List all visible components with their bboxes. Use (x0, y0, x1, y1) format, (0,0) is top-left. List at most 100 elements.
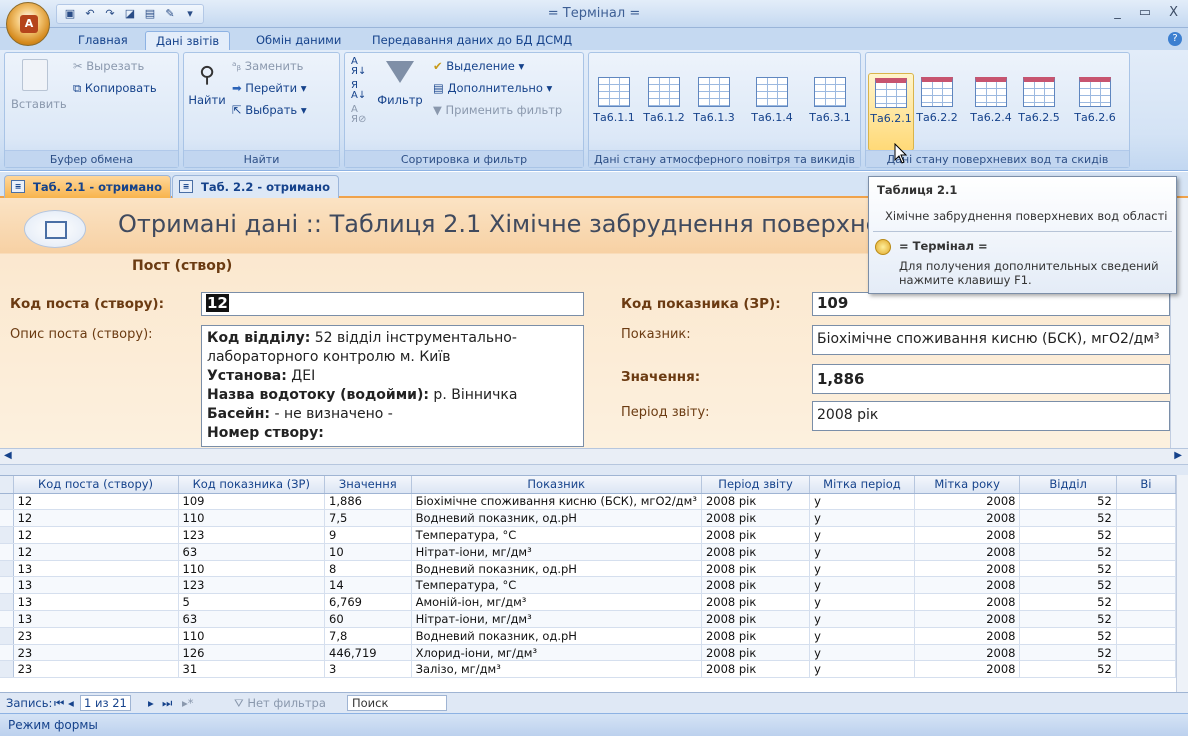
table-cell[interactable]: Температура, °С (411, 526, 702, 544)
table-cell[interactable]: 2008 (914, 543, 1021, 561)
row-selector[interactable] (0, 509, 14, 528)
last-record-button[interactable]: ⏭ (162, 696, 172, 711)
table-cell[interactable]: Біохімічне споживання кисню (БСК), мгО2/… (411, 493, 702, 511)
paste-button[interactable]: Вставить (11, 59, 67, 111)
table-cell[interactable]: Температура, °С (411, 576, 702, 595)
tab-transfer[interactable]: Передавання даних до БД ДСМД (362, 31, 582, 50)
table-cell[interactable]: 2008 (914, 660, 1021, 679)
table-cell[interactable]: 52 (1019, 560, 1117, 578)
row-selector[interactable] (0, 644, 14, 662)
btn-ta6-1-2[interactable]: Та6.1.2 (641, 73, 687, 151)
table-cell[interactable]: у (809, 509, 915, 528)
column-header[interactable]: Мітка року (914, 476, 1021, 494)
row-selector[interactable] (0, 493, 14, 511)
table-cell[interactable]: 9 (324, 526, 412, 544)
form-horizontal-scrollbar[interactable]: ◀ ▶ (0, 448, 1188, 465)
table-cell[interactable]: 110 (178, 509, 326, 528)
table-cell[interactable]: 52 (1019, 627, 1117, 645)
table-cell[interactable]: 13 (13, 576, 179, 595)
ind-field[interactable]: Біохімічне споживання кисню (БСК), мгО2/… (812, 325, 1170, 355)
table-cell[interactable]: 2008 (914, 627, 1021, 645)
column-header[interactable]: Ві (1116, 476, 1176, 494)
btn-ta6-2-4[interactable]: Та6.2.4 (968, 73, 1014, 151)
sort-desc-icon[interactable]: Я А↓ (351, 81, 366, 101)
tab-data-exchange[interactable]: Обмін даними (246, 31, 351, 50)
table-cell[interactable]: 123 (178, 576, 326, 595)
table-cell[interactable]: 2008 (914, 576, 1021, 595)
table-cell[interactable] (1116, 560, 1176, 578)
table-cell[interactable]: 23 (13, 644, 179, 662)
select-button[interactable]: ⇱ Выбрать ▾ (232, 103, 307, 117)
scroll-right-icon[interactable]: ▶ (1174, 450, 1182, 461)
table-cell[interactable]: у (809, 493, 915, 511)
table-cell[interactable]: 2008 рік (701, 610, 811, 628)
table-cell[interactable]: у (809, 543, 915, 561)
column-header[interactable]: Мітка період (809, 476, 915, 494)
table-row[interactable]: 13 123 14 Температура, °С 2008 рік у 2008 52 (0, 576, 1176, 595)
minimize-button[interactable]: _ (1114, 5, 1121, 20)
table-cell[interactable]: 109 (178, 493, 326, 511)
period-field[interactable]: 2008 рік (812, 401, 1170, 431)
row-selector[interactable] (0, 593, 14, 612)
table-cell[interactable]: 60 (324, 610, 412, 628)
table-cell[interactable]: 6,769 (324, 593, 412, 612)
table-cell[interactable]: 52 (1019, 576, 1117, 595)
grid-vertical-scrollbar[interactable] (1176, 475, 1188, 692)
table-cell[interactable]: 14 (324, 576, 412, 595)
table-cell[interactable]: Водневий показник, од.рН (411, 509, 702, 528)
table-cell[interactable] (1116, 627, 1176, 645)
table-cell[interactable]: 2008 рік (701, 627, 811, 645)
btn-ta6-1-3[interactable]: Та6.1.3 (691, 73, 737, 151)
table-cell[interactable]: 2008 (914, 610, 1021, 628)
goto-button[interactable]: ➡ Перейти ▾ (232, 81, 306, 95)
tab-home[interactable]: Главная (68, 31, 138, 50)
table-row[interactable]: 23 31 3 Залізо, мг/дм³ 2008 рік у 2008 52 (0, 660, 1176, 679)
table-cell[interactable]: 3 (324, 660, 412, 679)
table-row[interactable]: 23 126 446,719 Хлорид-іони, мг/дм³ 2008 рік у… (0, 644, 1176, 662)
maximize-button[interactable]: ▭ (1139, 5, 1151, 20)
table-cell[interactable]: у (809, 526, 915, 544)
table-cell[interactable]: 2008 (914, 493, 1021, 511)
prev-record-button[interactable]: ◂ (68, 696, 74, 710)
row-selector[interactable] (0, 543, 14, 561)
find-button[interactable]: ⚲ Найти (188, 59, 226, 107)
opis-field[interactable]: Код відділу: 52 відділ інструментально-л… (201, 325, 584, 447)
table-cell[interactable] (1116, 526, 1176, 544)
table-cell[interactable]: 2008 рік (701, 526, 811, 544)
table-cell[interactable]: Нітрат-іони, мг/дм³ (411, 610, 702, 628)
table-cell[interactable]: 52 (1019, 660, 1117, 679)
record-position[interactable]: 1 из 21 (80, 695, 131, 711)
row-selector[interactable] (0, 627, 14, 645)
table-cell[interactable]: 446,719 (324, 644, 412, 662)
table-cell[interactable]: 7,5 (324, 509, 412, 528)
table-cell[interactable]: у (809, 593, 915, 612)
splitter[interactable] (0, 465, 1188, 475)
select-all-cell[interactable] (0, 476, 14, 494)
clear-sort-icon[interactable]: А Я⊘ (351, 105, 366, 125)
table-cell[interactable]: 2008 рік (701, 543, 811, 561)
table-cell[interactable] (1116, 593, 1176, 612)
scroll-left-icon[interactable]: ◀ (4, 450, 12, 461)
column-header[interactable]: Код показника (ЗР) (178, 476, 326, 494)
table-cell[interactable]: 2008 (914, 526, 1021, 544)
table-row[interactable]: 12 63 10 Нітрат-іони, мг/дм³ 2008 рік у 2008 52 (0, 543, 1176, 561)
table-cell[interactable]: 7,8 (324, 627, 412, 645)
table-cell[interactable]: 2008 рік (701, 644, 811, 662)
no-filter-button[interactable]: ⛛ Нет фильтра (234, 696, 326, 711)
column-header[interactable]: Показник (411, 476, 702, 494)
table-cell[interactable]: 52 (1019, 543, 1117, 561)
table-row[interactable]: 13 63 60 Нітрат-іони, мг/дм³ 2008 рік у 2008 52 (0, 610, 1176, 628)
table-cell[interactable]: 52 (1019, 593, 1117, 612)
close-button[interactable]: X (1169, 5, 1178, 20)
row-selector[interactable] (0, 660, 14, 679)
table-cell[interactable]: 2008 рік (701, 576, 811, 595)
table-cell[interactable]: Амоній-іон, мг/дм³ (411, 593, 702, 612)
row-selector[interactable] (0, 610, 14, 628)
btn-ta6-3-1[interactable]: Та6.3.1 (807, 73, 853, 151)
table-cell[interactable] (1116, 509, 1176, 528)
table-cell[interactable] (1116, 660, 1176, 679)
column-header[interactable]: Значення (324, 476, 412, 494)
btn-ta6-1-4[interactable]: Та6.1.4 (749, 73, 795, 151)
doc-tab-2-2[interactable]: ≡ Таб. 2.2 - отримано (172, 175, 340, 198)
table-row[interactable]: 13 110 8 Водневий показник, од.рН 2008 рік у 2… (0, 560, 1176, 578)
